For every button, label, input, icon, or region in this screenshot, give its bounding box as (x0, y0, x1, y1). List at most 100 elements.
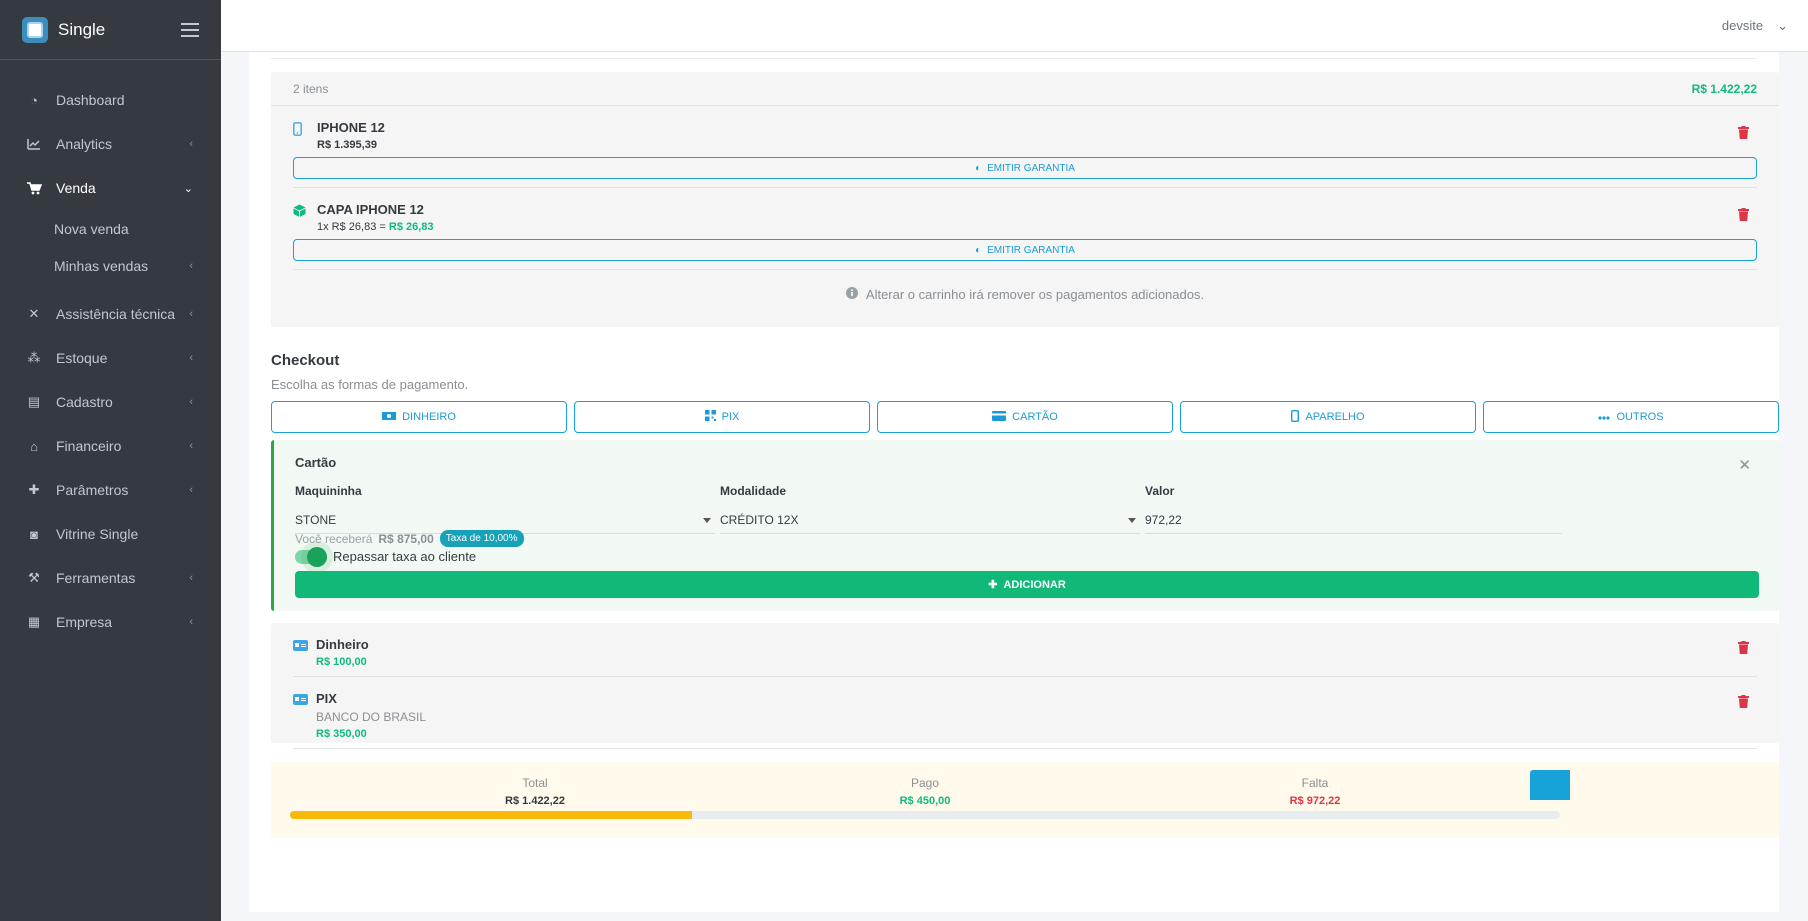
payment-progress-fill (290, 811, 692, 819)
card-payment-form: Cartão ✕ Maquininha STONE Modalidade CRÉ… (271, 440, 1779, 611)
sidebar-item-label: Vitrine Single (56, 526, 139, 542)
menu-toggle-icon[interactable] (181, 22, 199, 37)
emitir-garantia-button[interactable]: ◐ EMITIR GARANTIA (293, 157, 1757, 179)
trash-icon[interactable] (1738, 126, 1749, 139)
plus-icon: ✚ (988, 579, 998, 591)
summary-label: Total (522, 776, 548, 790)
field-label: Modalidade (720, 484, 787, 498)
chevron-left-icon: ‹ (189, 616, 193, 628)
shopping-bag-icon: ◙ (30, 526, 38, 542)
topbar: devsite ⌄ (221, 0, 1808, 52)
trash-icon[interactable] (1738, 208, 1749, 221)
sidebar-item-parametros[interactable]: ✚ Parâmetros ‹ (0, 468, 221, 512)
payment-methods: DINHEIRO PIX CARTÃO APARELHO OUTROS (271, 401, 1779, 433)
sidebar-item-vitrine-single[interactable]: ◙ Vitrine Single (0, 512, 221, 556)
sidebar-subitem-minhas-vendas[interactable]: Minhas vendas ‹ (0, 247, 221, 284)
button-label: APARELHO (1305, 411, 1365, 423)
adicionar-button[interactable]: ✚ ADICIONAR (295, 571, 1759, 598)
sidebar-item-label: Estoque (56, 350, 108, 366)
shopping-cart-icon (26, 180, 42, 196)
cart-item: IPHONE 12 R$ 1.395,39 ◐ EMITIR GARANTIA (271, 106, 1779, 188)
payment-item: PIX BANCO DO BRASIL R$ 350,00 (271, 677, 1779, 740)
divider (271, 58, 1757, 59)
trash-icon[interactable] (1738, 695, 1749, 708)
summary-value: R$ 450,00 (899, 795, 951, 807)
panel-title: Cartão (295, 455, 337, 470)
cartao-button[interactable]: CARTÃO (877, 401, 1173, 433)
button-label: OUTROS (1616, 411, 1664, 423)
modalidade-select[interactable]: CRÉDITO 12X (720, 507, 1140, 534)
sidebar-nav: ◔ Dashboard Analytics ‹ Venda ⌄ Nova ven… (0, 60, 221, 644)
cart-header: 2 itens R$ 1.422,22 (271, 72, 1779, 106)
input-value: 972,22 (1145, 513, 1182, 527)
valor-input[interactable]: 972,22 (1145, 507, 1562, 534)
cart-item: CAPA IPHONE 12 1x R$ 26,83 = R$ 26,83 ◐ … (271, 188, 1779, 270)
money-check-icon (293, 640, 308, 651)
cart-count: 2 itens (293, 81, 329, 96)
receive-prefix: Você receberá (295, 531, 373, 546)
summary-paid: Pago R$ 450,00 (725, 776, 1125, 807)
select-value: CRÉDITO 12X (720, 513, 799, 527)
puzzle-icon: ✚ (28, 482, 40, 497)
summary-total: Total R$ 1.422,22 (335, 776, 735, 807)
mobile-phone-icon (1291, 409, 1300, 425)
sidebar-item-label: Minhas vendas (54, 257, 149, 274)
field-label: Maquininha (295, 484, 362, 498)
dinheiro-button[interactable]: DINHEIRO (271, 401, 567, 433)
caret-down-icon (1128, 517, 1136, 523)
cart-total: R$ 1.422,22 (1691, 81, 1757, 96)
brand-name[interactable]: Single (58, 20, 105, 40)
sidebar-item-assistencia-tecnica[interactable]: ✕ Assistência técnica ‹ (0, 292, 221, 336)
receive-info: Você receberá R$ 875,00 Taxa de 10,00% (295, 530, 524, 547)
tools-icon: ✕ (28, 306, 40, 321)
user-menu[interactable]: devsite ⌄ (1722, 18, 1788, 34)
chevron-left-icon: ‹ (189, 138, 193, 150)
shield-icon: ◐ (975, 162, 982, 174)
cart-note: Alterar o carrinho irá remover os pagame… (271, 287, 1779, 302)
button-label: CARTÃO (1012, 411, 1058, 423)
sidebar-item-cadastro[interactable]: ▤ Cadastro ‹ (0, 380, 221, 424)
item-price: R$ 1.395,39 (317, 139, 377, 151)
button-label: DINHEIRO (402, 411, 456, 423)
building-icon: ▦ (27, 614, 41, 629)
maquininha-field: Maquininha STONE (295, 484, 715, 534)
checkout-title: Checkout (271, 352, 340, 369)
payment-amount: R$ 100,00 (316, 656, 367, 668)
id-card-icon: ▤ (27, 394, 41, 409)
emitir-garantia-button[interactable]: ◐ EMITIR GARANTIA (293, 239, 1757, 261)
aparelho-button[interactable]: APARELHO (1180, 401, 1476, 433)
sidebar-item-label: Parâmetros (56, 482, 129, 498)
sidebar-item-empresa[interactable]: ▦ Empresa ‹ (0, 600, 221, 644)
brand-logo[interactable] (22, 16, 48, 43)
summary-value: R$ 972,22 (1289, 795, 1341, 807)
bank-icon: ⌂ (30, 438, 38, 454)
trash-icon[interactable] (1738, 641, 1749, 654)
keyboard-icon[interactable] (1530, 770, 1570, 800)
receive-amount: R$ 875,00 (378, 531, 434, 546)
sidebar-item-estoque[interactable]: ⁂ Estoque ‹ (0, 336, 221, 380)
modalidade-field: Modalidade CRÉDITO 12X (720, 484, 1140, 534)
close-icon[interactable]: ✕ (1738, 456, 1751, 474)
toggle-label: Repassar taxa ao cliente (333, 549, 477, 564)
sidebar-item-venda[interactable]: Venda ⌄ (0, 166, 221, 210)
tax-badge: Taxa de 10,00% (439, 530, 524, 547)
summary-label: Falta (1301, 776, 1329, 790)
chevron-left-icon: ‹ (189, 484, 193, 496)
sidebar-item-financeiro[interactable]: ⌂ Financeiro ‹ (0, 424, 221, 468)
caret-down-icon (703, 517, 711, 523)
sidebar-item-dashboard[interactable]: ◔ Dashboard (0, 78, 221, 122)
sidebar-subitem-nova-venda[interactable]: Nova venda (0, 210, 221, 247)
pix-button[interactable]: PIX (574, 401, 870, 433)
pie-chart-icon: ◔ (30, 92, 38, 108)
payment-bank: BANCO DO BRASIL (316, 710, 427, 724)
sidebar-item-analytics[interactable]: Analytics ‹ (0, 122, 221, 166)
ellipsis-icon (1598, 411, 1611, 423)
repassar-taxa-toggle-row: Repassar taxa ao cliente (295, 546, 477, 567)
repassar-taxa-toggle[interactable] (295, 546, 327, 567)
outros-button[interactable]: OUTROS (1483, 401, 1779, 433)
sidebar-item-label: Ferramentas (56, 570, 136, 586)
boxes-icon: ⁂ (27, 350, 41, 365)
summary-value: R$ 1.422,22 (505, 795, 565, 807)
cart-note-text: Alterar o carrinho irá remover os pagame… (865, 287, 1205, 302)
sidebar-item-ferramentas[interactable]: ⚒ Ferramentas ‹ (0, 556, 221, 600)
